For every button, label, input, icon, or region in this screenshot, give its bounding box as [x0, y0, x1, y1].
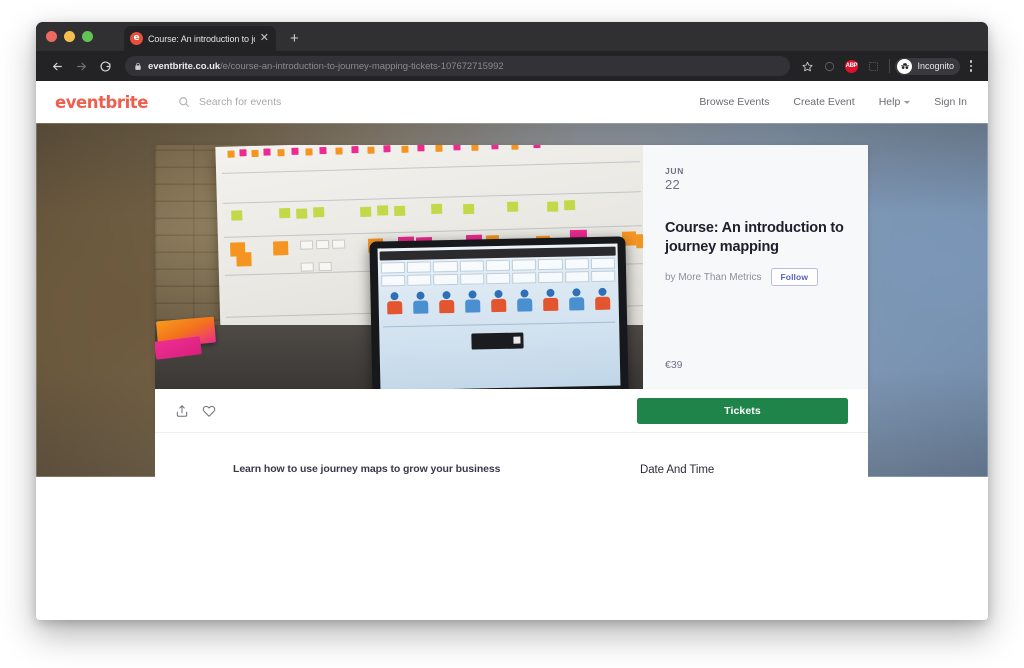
laptop-body — [369, 236, 629, 389]
action-icons — [175, 404, 216, 418]
tickets-button[interactable]: Tickets — [637, 397, 848, 424]
back-button[interactable] — [45, 54, 69, 78]
event-organizer-row: by More Than Metrics Follow — [665, 268, 846, 287]
toolbar-divider — [889, 59, 891, 73]
laptop-screen-modal — [471, 331, 524, 350]
event-hero-image — [155, 145, 643, 389]
share-icon[interactable] — [175, 404, 189, 418]
new-tab-button[interactable]: + — [290, 31, 299, 46]
bookmark-star-icon[interactable] — [796, 55, 818, 77]
event-details-column: Date And Time Mon, 22 June 2020 19:00 – … — [640, 463, 840, 477]
browser-menu-button[interactable] — [963, 60, 979, 72]
nav-sign-in[interactable]: Sign In — [934, 96, 967, 108]
url-path: /e/course-an-introduction-to-journey-map… — [220, 60, 504, 72]
url-text: eventbrite.co.uk/e/course-an-introductio… — [148, 61, 504, 72]
journey-map-personas — [381, 284, 616, 323]
event-day: 22 — [665, 177, 681, 192]
hero-band: JUN 22 Course: An introduction to journe… — [36, 123, 988, 477]
event-month: JUN — [665, 166, 685, 176]
close-tab-icon[interactable]: ✕ — [260, 33, 270, 44]
laptop — [369, 236, 629, 389]
extension-generic-icon[interactable] — [818, 55, 840, 77]
event-summary-panel: JUN 22 Course: An introduction to journe… — [643, 145, 868, 389]
reload-button[interactable] — [93, 54, 117, 78]
incognito-icon — [897, 58, 913, 74]
eventbrite-logo[interactable]: eventbrite — [55, 93, 148, 112]
browser-tab[interactable]: e Course: An introduction to jou ✕ — [124, 26, 276, 51]
minimize-window-button[interactable] — [64, 31, 75, 42]
site-header: eventbrite Browse Events Create Event He… — [36, 81, 988, 123]
nav-browse-events-label: Browse Events — [699, 96, 770, 108]
extensions-puzzle-icon[interactable] — [862, 55, 884, 77]
incognito-indicator[interactable]: Incognito — [895, 57, 960, 75]
window-controls — [46, 31, 93, 42]
event-organizer[interactable]: by More Than Metrics — [665, 272, 762, 283]
adblock-extension-icon[interactable]: ABP — [840, 55, 862, 77]
search-icon — [178, 96, 190, 108]
toolbar-icons: ABP Incognito — [796, 55, 979, 77]
event-title: Course: An introduction to journey mappi… — [665, 220, 844, 256]
event-description-column: Learn how to use journey maps to grow yo… — [233, 463, 585, 477]
address-bar[interactable]: eventbrite.co.uk/e/course-an-introductio… — [125, 56, 791, 76]
tab-title: Course: An introduction to jou — [148, 33, 255, 44]
browser-toolbar: eventbrite.co.uk/e/course-an-introductio… — [36, 51, 988, 81]
event-lede: Learn how to use journey maps to grow yo… — [233, 463, 501, 475]
browser-window: e Course: An introduction to jou ✕ + eve… — [36, 22, 988, 620]
laptop-screen — [377, 243, 621, 389]
adblock-badge: ABP — [844, 59, 858, 73]
search-bar[interactable] — [178, 96, 409, 108]
event-price: €39 — [665, 359, 683, 371]
forward-button[interactable] — [69, 54, 93, 78]
event-content-card: Learn how to use journey maps to grow yo… — [155, 432, 868, 477]
search-input[interactable] — [198, 96, 409, 108]
event-action-bar: Tickets — [155, 389, 868, 432]
nav-help-label: Help — [878, 96, 901, 108]
nav-create-event[interactable]: Create Event — [793, 96, 854, 108]
close-window-button[interactable] — [46, 31, 57, 42]
follow-button[interactable]: Follow — [770, 268, 819, 287]
event-hero-card: JUN 22 Course: An introduction to journe… — [155, 145, 868, 389]
incognito-label: Incognito — [917, 61, 954, 71]
nav-help[interactable]: Help — [879, 96, 911, 108]
site-nav: Browse Events Create Event Help Sign In — [699, 96, 967, 108]
page-viewport: eventbrite Browse Events Create Event He… — [36, 81, 988, 620]
browser-titlebar: e Course: An introduction to jou ✕ + — [36, 22, 988, 51]
chevron-down-icon — [904, 100, 911, 104]
nav-sign-in-label: Sign In — [934, 96, 967, 108]
favorite-heart-icon[interactable] — [202, 404, 216, 418]
url-domain: eventbrite.co.uk — [148, 60, 221, 72]
nav-browse-events[interactable]: Browse Events — [699, 96, 769, 108]
lock-icon — [134, 62, 142, 71]
nav-create-event-label: Create Event — [793, 96, 855, 108]
maximize-window-button[interactable] — [82, 31, 93, 42]
date-and-time-heading: Date And Time — [640, 464, 715, 476]
eventbrite-favicon-icon: e — [130, 32, 143, 45]
